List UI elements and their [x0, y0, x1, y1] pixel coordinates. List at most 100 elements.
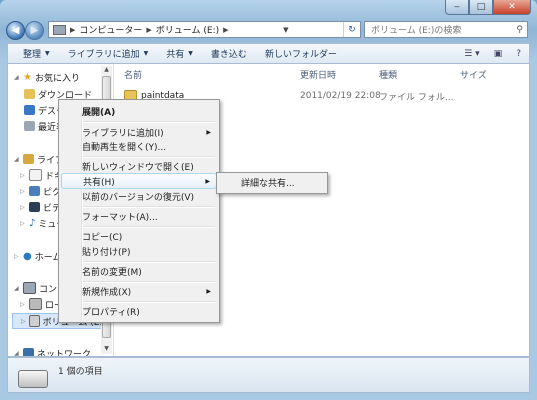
organize-button[interactable]: 整理 ▼ [14, 45, 59, 63]
menu-item-share[interactable]: 共有(H) ▶ [61, 173, 217, 189]
expand-arrow-icon[interactable]: ▷ [20, 301, 26, 308]
view-options-icon[interactable]: ☰ ▾ [464, 49, 479, 59]
expand-arrow-icon[interactable]: ▷ [21, 318, 26, 325]
downloads-icon [24, 89, 35, 99]
expand-arrow-icon[interactable]: ◢ [14, 74, 20, 81]
chevron-right-icon[interactable]: ▶ [146, 26, 151, 34]
organize-label: 整理 [23, 50, 42, 60]
drive-icon [28, 315, 40, 327]
maximize-button[interactable]: □ [469, 0, 493, 15]
caption-buttons: ‒ □ ✕ [445, 0, 531, 15]
expand-arrow-icon[interactable]: ▷ [20, 172, 26, 179]
scroll-down-icon[interactable]: ▼ [101, 345, 112, 354]
menu-item-label: コピー(C) [82, 232, 123, 243]
command-bar: 整理 ▼ ライブラリに追加 ▼ 共有 ▼ 書き込む 新しいフォルダー ☰ ▾ ▣ ? [7, 43, 530, 63]
menu-item-paste[interactable]: 貼り付け(P) [61, 243, 217, 259]
menu-separator [83, 121, 215, 123]
menu-item-autoplay[interactable]: 自動再生を開く(Y)... [61, 138, 217, 154]
minimize-button[interactable]: ‒ [445, 0, 469, 15]
column-name[interactable]: 名前 [124, 68, 142, 81]
search-input[interactable]: ボリューム (E:)の検索 ⚲ [364, 21, 528, 38]
menu-item-advanced-sharing[interactable]: 詳細な共有... [219, 174, 325, 190]
expand-arrow-icon[interactable]: ▷ [20, 220, 26, 227]
submenu-arrow-icon: ▶ [205, 177, 210, 185]
disk-icon [29, 298, 42, 310]
refresh-icon[interactable]: ↻ [342, 22, 360, 37]
library-icon [23, 154, 34, 164]
nav-network-label: ネットワーク [37, 349, 92, 357]
add-to-library-button[interactable]: ライブラリに追加 ▼ [59, 45, 158, 63]
documents-icon [29, 169, 42, 181]
burn-button[interactable]: 書き込む [202, 45, 256, 63]
menu-item-label: 以前のバージョンの復元(V) [82, 192, 194, 203]
view-controls: ☰ ▾ ▣ ? [464, 49, 529, 59]
forward-button[interactable]: ▶ [25, 21, 44, 40]
nav-favorites-label: お気に入り [34, 73, 80, 84]
submenu-arrow-icon: ▶ [206, 287, 211, 295]
nav-favorites[interactable]: ◢ ★ お気に入り [14, 70, 80, 84]
menu-item-label: 詳細な共有... [241, 178, 295, 189]
burn-label: 書き込む [210, 50, 247, 60]
menu-item-label: 名前の変更(M) [82, 267, 142, 278]
details-pane: 1 個の項目 [7, 357, 530, 393]
menu-item-expand[interactable]: 展開(A) [61, 103, 217, 119]
nav-network[interactable]: ◢ ネットワーク [14, 346, 91, 356]
preview-pane-icon[interactable]: ▣ [494, 49, 503, 59]
drive-icon [18, 370, 48, 388]
submenu-arrow-icon: ▶ [206, 128, 211, 136]
menu-item-open-new-window[interactable]: 新しいウィンドウで開く(E) [61, 158, 217, 174]
desktop-icon [24, 105, 35, 115]
videos-icon [29, 202, 40, 212]
share-label: 共有 [166, 50, 185, 60]
column-modified[interactable]: 更新日時 [300, 68, 336, 81]
chevron-right-icon[interactable]: ▶ [223, 26, 228, 34]
chevron-right-icon[interactable]: ▶ [70, 26, 75, 34]
menu-item-label: 自動再生を開く(Y)... [82, 142, 167, 153]
new-folder-button[interactable]: 新しいフォルダー [256, 45, 346, 63]
menu-item-restore-versions[interactable]: 以前のバージョンの復元(V) [61, 188, 217, 204]
expand-arrow-icon[interactable]: ▷ [20, 188, 26, 195]
share-submenu: 詳細な共有... [216, 172, 328, 194]
expand-arrow-icon[interactable]: ▷ [14, 253, 20, 260]
file-type: ファイル フォル... [379, 92, 454, 103]
recent-places-icon [24, 121, 35, 131]
menu-item-label: ライブラリに追加(I) [82, 128, 164, 139]
chevron-down-icon[interactable]: ▼ [283, 26, 288, 34]
search-icon[interactable]: ⚲ [516, 25, 523, 35]
computer-icon [23, 282, 36, 294]
expand-arrow-icon[interactable]: ◢ [14, 350, 20, 357]
breadcrumb-volume[interactable]: ボリューム (E:) [156, 23, 219, 36]
help-icon[interactable]: ? [516, 49, 521, 59]
address-bar[interactable]: ▶ コンピューター ▶ ボリューム (E:) ▶ ▼ ↻ [48, 21, 361, 38]
column-type[interactable]: 種類 [379, 68, 397, 81]
menu-item-new[interactable]: 新規作成(X) ▶ [61, 283, 217, 299]
expand-arrow-icon[interactable]: ◢ [14, 156, 20, 163]
search-placeholder: ボリューム (E:)の検索 [371, 26, 462, 36]
status-text: 1 個の項目 [58, 367, 103, 377]
scroll-up-icon[interactable]: ▲ [101, 66, 112, 75]
context-menu: 展開(A) ライブラリに追加(I) ▶ 自動再生を開く(Y)... 新しいウィンド… [58, 99, 220, 323]
menu-item-properties[interactable]: プロパティ(R) [61, 303, 217, 319]
expand-arrow-icon[interactable]: ◢ [14, 285, 20, 292]
network-icon [23, 348, 34, 356]
dropdown-icon: ▼ [188, 50, 193, 57]
computer-icon [53, 24, 66, 35]
pictures-icon [29, 186, 40, 196]
back-button[interactable]: ◀ [6, 21, 25, 40]
menu-item-format[interactable]: フォーマット(A)... [61, 208, 217, 224]
column-size[interactable]: サイズ [460, 68, 487, 81]
address-row: ◀ ▶ ▶ コンピューター ▶ ボリューム (E:) ▶ ▼ ↻ ボリューム (… [0, 20, 537, 42]
menu-item-copy[interactable]: コピー(C) [61, 228, 217, 244]
dropdown-icon: ▼ [45, 50, 50, 57]
share-button[interactable]: 共有 ▼ [157, 45, 202, 63]
menu-item-label: 共有(H) [83, 177, 115, 188]
column-headers: 名前 更新日時 種類 サイズ [114, 64, 529, 84]
menu-item-rename[interactable]: 名前の変更(M) [61, 263, 217, 279]
expand-arrow-icon[interactable]: ▷ [20, 204, 26, 211]
menu-item-label: 貼り付け(P) [82, 247, 131, 258]
close-button[interactable]: ✕ [493, 0, 531, 15]
star-icon: ★ [23, 71, 32, 83]
breadcrumb-computer[interactable]: コンピューター [79, 23, 142, 36]
file-modified: 2011/02/19 22:08 [300, 91, 381, 101]
homegroup-icon: ● [23, 250, 32, 262]
